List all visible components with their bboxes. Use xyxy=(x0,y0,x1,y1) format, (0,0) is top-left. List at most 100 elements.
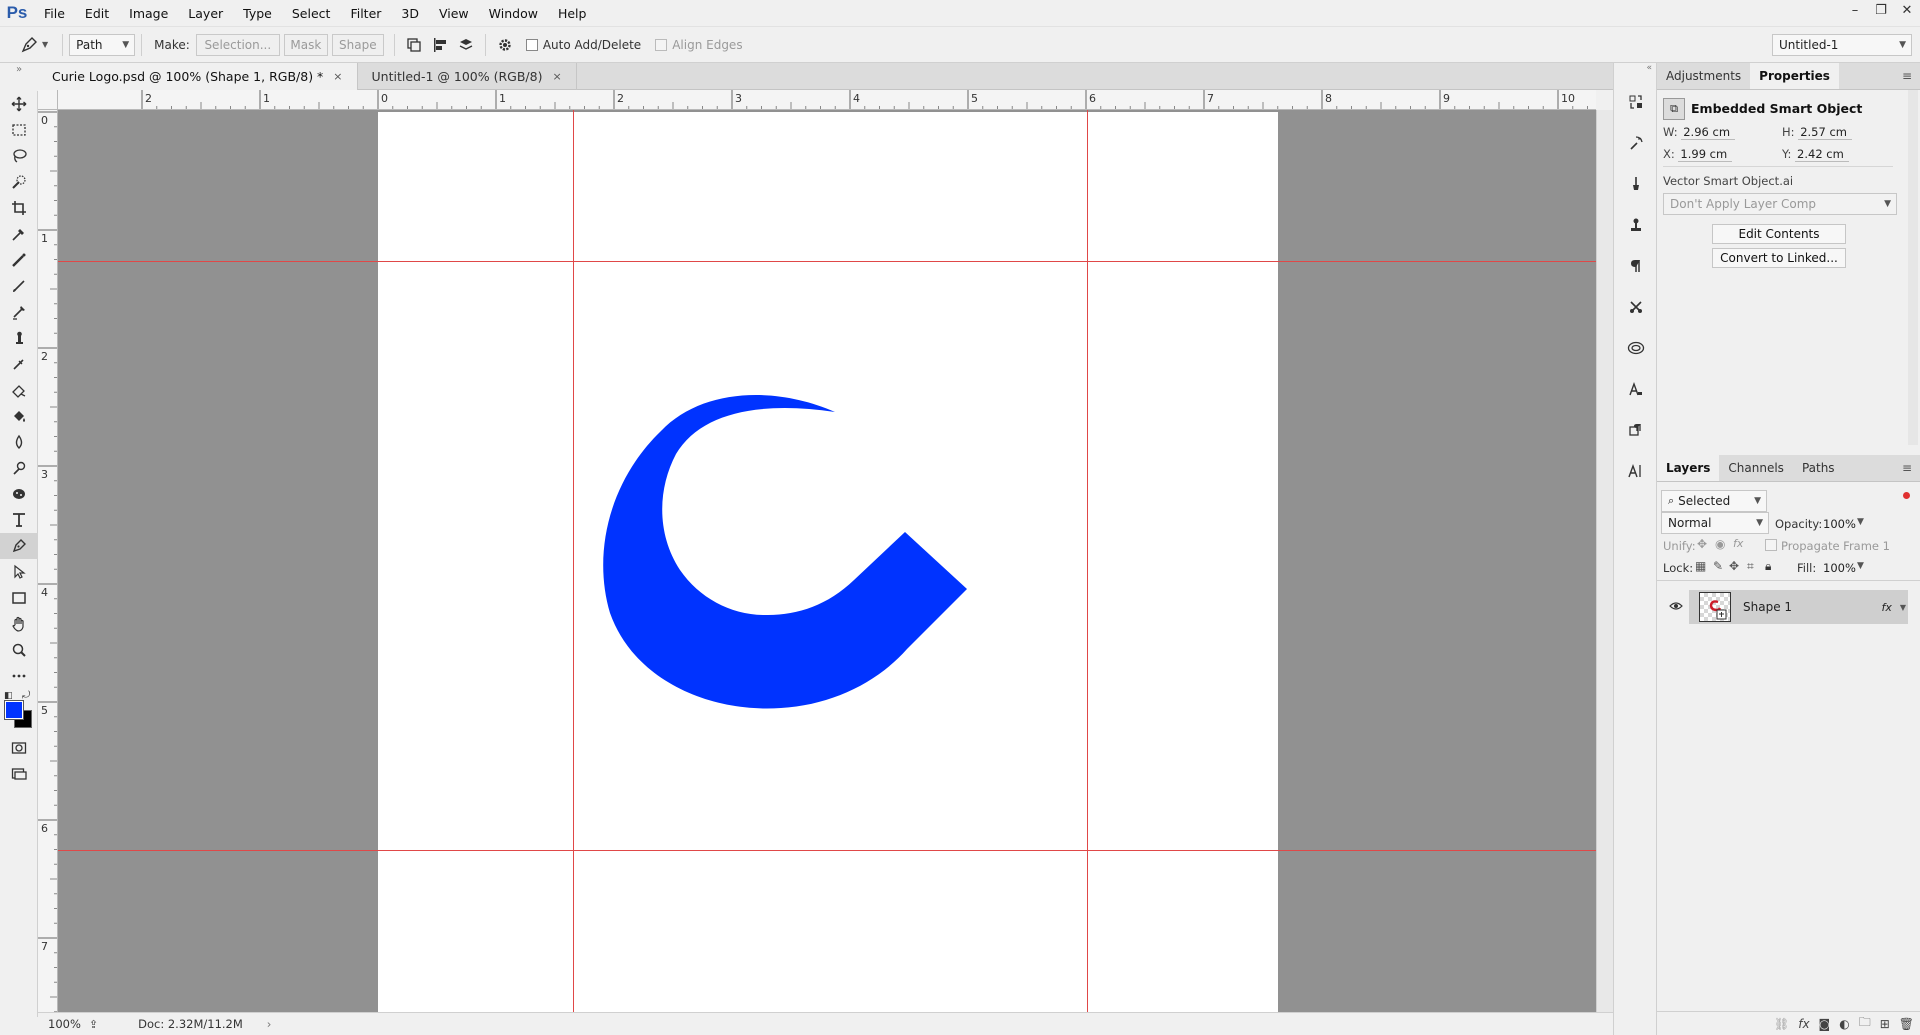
convert-to-linked-button[interactable]: Convert to Linked... xyxy=(1712,248,1846,268)
marquee-tool-icon[interactable] xyxy=(0,117,38,143)
minimize-button[interactable]: – xyxy=(1842,0,1868,20)
tab-curie-logo[interactable]: Curie Logo.psd @ 100% (Shape 1, RGB/8) *… xyxy=(38,63,358,90)
tab-layers[interactable]: Layers xyxy=(1657,455,1720,481)
pen-mode-select[interactable]: Path ▼ xyxy=(69,33,136,56)
panel-menu-icon[interactable]: ≡ xyxy=(1902,69,1912,83)
make-selection-button[interactable]: Selection... xyxy=(195,33,280,56)
swap-colors-icon[interactable]: ⤾ xyxy=(22,690,30,701)
zoom-tool-icon[interactable] xyxy=(0,637,38,663)
paragraph-styles-icon[interactable] xyxy=(1614,409,1658,450)
close-tab-icon[interactable]: × xyxy=(552,70,561,83)
healing-brush-tool-icon[interactable] xyxy=(0,247,38,273)
new-group-icon[interactable]: 🗀︎ xyxy=(1859,1013,1871,1034)
tool-presets-icon[interactable] xyxy=(1614,286,1658,327)
pen-tool-icon[interactable] xyxy=(0,533,38,559)
properties-scrollbar[interactable] xyxy=(1908,90,1918,445)
paint-bucket-tool-icon[interactable] xyxy=(0,403,38,429)
brush-presets-icon[interactable] xyxy=(1614,163,1658,204)
crop-tool-icon[interactable] xyxy=(0,195,38,221)
adjustment-layer-icon[interactable]: ◐ xyxy=(1839,1017,1849,1031)
blur-tool-icon[interactable] xyxy=(0,429,38,455)
new-layer-icon[interactable]: ⊞ xyxy=(1880,1017,1890,1031)
eye-icon[interactable] xyxy=(1663,600,1689,614)
libraries-icon[interactable] xyxy=(1614,327,1658,368)
tab-untitled-1[interactable]: Untitled-1 @ 100% (RGB/8) × xyxy=(358,63,577,90)
ruler-origin[interactable] xyxy=(38,90,58,110)
layer-row[interactable]: Shape 1 fx ▼ xyxy=(1663,590,1908,624)
lock-position-icon[interactable]: ✥ xyxy=(1729,559,1739,573)
default-colors-icon[interactable]: ◧ xyxy=(4,691,13,701)
unify-position-icon[interactable]: ✥ xyxy=(1697,537,1707,551)
horizontal-ruler[interactable]: 2 1 0 1 2 3 4 5 6 7 8 9 10 xyxy=(58,90,1596,110)
menu-3d[interactable]: 3D xyxy=(391,0,429,27)
canvas-vertical-scrollbar[interactable] xyxy=(1596,110,1613,1012)
type-tool-icon[interactable] xyxy=(0,507,38,533)
menu-edit[interactable]: Edit xyxy=(75,0,119,27)
x-field[interactable]: 1.99 cm xyxy=(1678,147,1733,162)
chevron-down-icon[interactable]: ▼ xyxy=(1857,561,1864,571)
width-field[interactable]: 2.96 cm xyxy=(1681,125,1736,140)
gear-icon[interactable] xyxy=(492,32,518,58)
zoom-level[interactable]: 100% xyxy=(48,1017,81,1031)
canvas-area[interactable] xyxy=(58,110,1596,1012)
shape-1-artwork[interactable] xyxy=(603,395,967,709)
guide-vertical[interactable] xyxy=(1087,110,1088,1012)
toolbar-collapse-handle[interactable]: » xyxy=(0,63,38,91)
sponge-tool-icon[interactable] xyxy=(0,481,38,507)
chevron-down-icon[interactable]: ▼ xyxy=(42,40,48,49)
menu-select[interactable]: Select xyxy=(282,0,341,27)
path-selection-tool-icon[interactable] xyxy=(0,559,38,585)
clone-source-icon[interactable] xyxy=(1614,204,1658,245)
hand-tool-icon[interactable] xyxy=(0,611,38,637)
character-styles-icon[interactable] xyxy=(1614,368,1658,409)
brush-tool-icon[interactable] xyxy=(0,273,38,299)
tab-adjustments[interactable]: Adjustments xyxy=(1657,63,1750,89)
collapse-icon[interactable]: « xyxy=(1614,63,1656,81)
tab-paths[interactable]: Paths xyxy=(1793,455,1844,481)
unify-style-icon[interactable]: fx xyxy=(1733,537,1743,550)
lock-all-icon[interactable]: 🔒︎ xyxy=(1765,559,1771,574)
blend-mode-select[interactable]: Normal ▼ xyxy=(1661,512,1769,534)
layer-body[interactable]: Shape 1 fx ▼ xyxy=(1689,590,1908,624)
height-field[interactable]: 2.57 cm xyxy=(1798,125,1853,140)
link-layers-icon[interactable]: ⛓ xyxy=(1774,1017,1789,1031)
menu-type[interactable]: Type xyxy=(233,0,282,27)
align-edges-checkbox[interactable] xyxy=(655,38,668,51)
close-window-button[interactable]: ✕ xyxy=(1894,0,1920,20)
quick-selection-tool-icon[interactable] xyxy=(0,169,38,195)
gradient-tool-icon[interactable] xyxy=(0,377,38,403)
guide-horizontal[interactable] xyxy=(58,261,1596,262)
lasso-tool-icon[interactable] xyxy=(0,143,38,169)
export-icon[interactable]: ⇪ xyxy=(89,1018,98,1031)
more-tools-icon[interactable] xyxy=(0,663,38,689)
screen-mode-icon[interactable] xyxy=(0,761,38,787)
menu-file[interactable]: File xyxy=(34,0,75,27)
vertical-ruler[interactable]: 0 1 2 3 4 5 6 7 xyxy=(38,110,58,1012)
menu-window[interactable]: Window xyxy=(479,0,548,27)
guide-vertical[interactable] xyxy=(573,110,574,1012)
auto-add-delete-checkbox[interactable] xyxy=(525,38,538,51)
y-field[interactable]: 2.42 cm xyxy=(1795,147,1850,162)
history-brush-tool-icon[interactable] xyxy=(0,325,38,351)
paragraph-icon[interactable] xyxy=(1614,245,1658,286)
rectangle-tool-icon[interactable] xyxy=(0,585,38,611)
tab-channels[interactable]: Channels xyxy=(1719,455,1793,481)
menu-layer[interactable]: Layer xyxy=(178,0,233,27)
panel-menu-icon[interactable]: ≡ xyxy=(1902,461,1912,475)
document-canvas[interactable] xyxy=(378,112,1278,1012)
tab-properties[interactable]: Properties xyxy=(1750,63,1839,89)
unify-visibility-icon[interactable]: ◉ xyxy=(1715,537,1725,551)
fill-value[interactable]: 100% xyxy=(1823,561,1856,575)
eraser-tool-icon[interactable] xyxy=(0,351,38,377)
close-tab-icon[interactable]: × xyxy=(333,70,342,83)
path-alignment-icon[interactable] xyxy=(427,32,453,58)
history-icon[interactable] xyxy=(1614,81,1658,122)
status-menu-arrow[interactable]: › xyxy=(267,1017,272,1031)
chevron-down-icon[interactable]: ▼ xyxy=(1900,603,1906,612)
add-style-icon[interactable]: fx xyxy=(1798,1017,1809,1031)
make-mask-button[interactable]: Mask xyxy=(283,33,328,56)
add-mask-icon[interactable]: ◙ xyxy=(1819,1017,1831,1031)
layer-comp-select[interactable]: Don't Apply Layer Comp ▼ xyxy=(1663,193,1897,215)
make-shape-button[interactable]: Shape xyxy=(331,33,384,56)
actions-icon[interactable] xyxy=(1614,122,1658,163)
